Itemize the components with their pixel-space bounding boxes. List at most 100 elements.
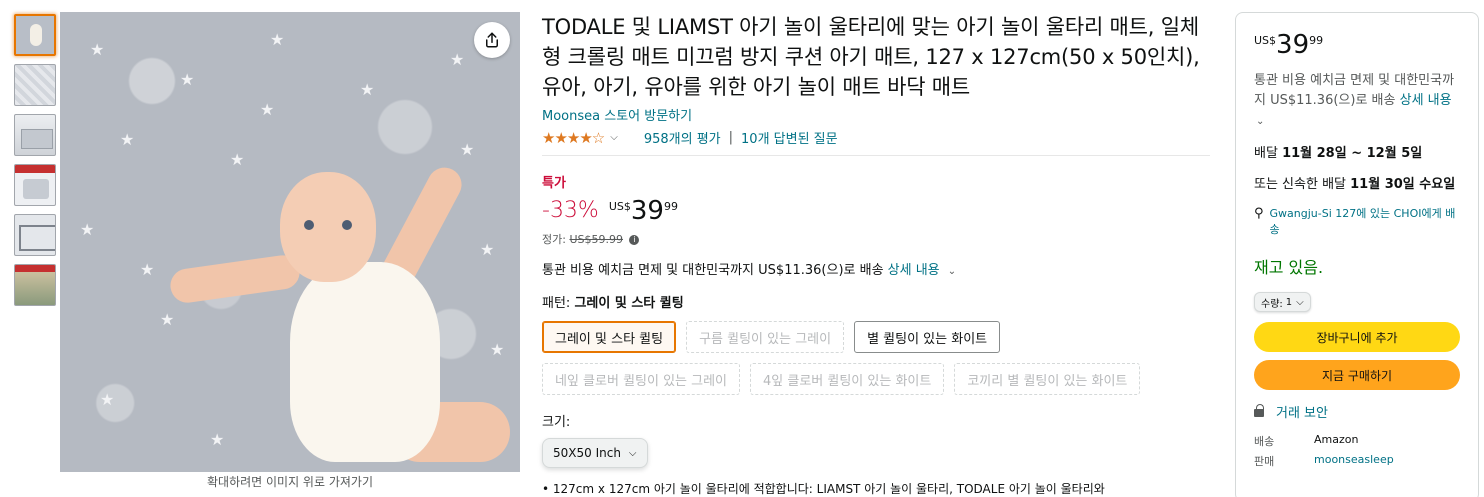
lock-icon (1254, 403, 1264, 417)
list-price: US$59.99 (569, 233, 623, 246)
ratings-count-link[interactable]: 958개의 평가 (644, 128, 721, 147)
feature-bullet: • 127cm x 127cm 아기 놀이 울타리에 적합합니다: LIAMST… (542, 482, 1105, 496)
main-product-image[interactable]: ★★★★★★★★★★★★★★★★★★ (60, 12, 520, 472)
pattern-option[interactable]: 네잎 클로버 퀼팅이 있는 그레이 (542, 363, 741, 395)
shipping-text: 통관 비용 예치금 면제 및 대한민국까지 US$11.36(으)로 배송 (542, 263, 884, 278)
delivery-prefix: 배달 (1254, 146, 1278, 161)
size-dropdown[interactable]: 50X50 Inch ⌵ (542, 438, 648, 468)
price-fraction: 99 (1309, 34, 1324, 47)
chevron-down-icon: ⌵ (1296, 296, 1304, 308)
divider: | (728, 130, 734, 145)
location-link[interactable]: Gwangju-Si 127에 있는 CHOI에게 배송 (1270, 206, 1460, 238)
ships-from-label: 배송 (1254, 435, 1275, 448)
store-link[interactable]: Moonsea 스토어 방문하기 (542, 109, 692, 124)
add-to-cart-button[interactable]: 장바구니에 추가 (1254, 322, 1460, 352)
mat-star-icon: ★ (160, 310, 175, 329)
baby-arm-left (168, 253, 302, 305)
buy-box: US$ 39 99 통관 비용 예치금 면제 및 대한민국까지 US$11.36… (1235, 12, 1479, 497)
chevron-down-icon: ⌵ (628, 447, 637, 459)
mat-star-icon: ★ (120, 130, 135, 149)
thumbnail-2[interactable] (14, 64, 56, 106)
chevron-down-icon[interactable]: ⌄ (1256, 116, 1264, 127)
stock-status: 재고 있음. (1254, 258, 1324, 277)
pattern-label-row: 패턴: 그레이 및 스타 퀼팅 (542, 292, 1210, 311)
mat-star-icon: ★ (360, 80, 375, 99)
chevron-down-icon[interactable]: ⌵ (610, 132, 618, 143)
baby-eye-left (304, 220, 314, 230)
rating-row: ★★★★☆ ⌵ 958개의 평가 | 10개 답변된 질문 (542, 128, 1210, 156)
secure-transaction-row[interactable]: 거래 보안 (1254, 402, 1460, 421)
thumbnail-6[interactable] (14, 264, 56, 306)
location-pin-icon: ⚲ (1254, 206, 1264, 221)
pattern-option[interactable]: 별 퀼팅이 있는 화이트 (854, 321, 1001, 353)
mat-star-icon: ★ (480, 240, 495, 259)
mat-star-icon: ★ (270, 30, 285, 49)
shipping-details-link[interactable]: 상세 내용 (1400, 93, 1452, 108)
product-title: TODALE 및 LIAMST 아기 놀이 울타리에 맞는 아기 놀이 울타리 … (542, 15, 1200, 99)
fast-prefix: 또는 신속한 배달 (1254, 177, 1346, 192)
buybox-shipping: 통관 비용 예치금 면제 및 대한민국까지 US$11.36(으)로 배송 상세… (1254, 71, 1460, 132)
zoom-hint: 확대하려면 이미지 위로 가져가기 (206, 475, 373, 489)
list-price-row: 정가: US$59.99 i (542, 231, 1210, 247)
delivery-dates: 11월 28일 ~ 12월 5일 (1282, 146, 1423, 161)
list-price-label: 정가: (542, 233, 566, 246)
pattern-option[interactable]: 구름 퀼팅이 있는 그레이 (686, 321, 845, 353)
fast-delivery: 또는 신속한 배달 11월 30일 수요일 (1254, 175, 1460, 194)
buy-now-button[interactable]: 지금 구매하기 (1254, 360, 1460, 390)
seller-info: 배송 Amazon 판매 moonseasleep (1254, 433, 1460, 469)
thumbnail-3[interactable] (14, 114, 56, 156)
product-details: TODALE 및 LIAMST 아기 놀이 울타리에 맞는 아기 놀이 울타리 … (542, 12, 1210, 497)
mat-star-icon: ★ (100, 390, 115, 409)
mat-star-icon: ★ (490, 340, 505, 359)
baby-eye-right (342, 220, 352, 230)
answered-questions-link[interactable]: 10개 답변된 질문 (741, 128, 838, 147)
buybox-price: US$ 39 99 (1254, 31, 1460, 59)
pattern-options: 그레이 및 스타 퀼팅 구름 퀼팅이 있는 그레이 별 퀼팅이 있는 화이트 네… (542, 321, 1212, 405)
quantity-value: 1 (1285, 296, 1293, 308)
mat-star-icon: ★ (90, 40, 105, 59)
pattern-value: 그레이 및 스타 퀼팅 (574, 296, 684, 311)
ships-from-value: Amazon (1314, 433, 1359, 446)
delivery-date: 배달 11월 28일 ~ 12월 5일 (1254, 144, 1460, 163)
sold-by-link[interactable]: moonseasleep (1314, 453, 1460, 469)
thumbnail-5[interactable] (14, 214, 56, 256)
secure-transaction-link[interactable]: 거래 보안 (1276, 402, 1328, 421)
baby-dress (290, 262, 440, 462)
mat-star-icon: ★ (210, 430, 225, 449)
star-rating-icon[interactable]: ★★★★☆ (542, 129, 605, 147)
chevron-down-icon[interactable]: ⌄ (948, 266, 956, 277)
mat-star-icon: ★ (460, 140, 475, 159)
feature-bullet-text: 127cm x 127cm 아기 놀이 울타리에 적합합니다: LIAMST 아… (552, 482, 1105, 496)
mat-star-icon: ★ (230, 150, 245, 169)
share-icon (486, 32, 498, 48)
fast-date: 11월 30일 수요일 (1350, 177, 1456, 192)
pattern-option[interactable]: 그레이 및 스타 퀼팅 (542, 321, 677, 353)
quantity-label: 수량: (1261, 298, 1283, 310)
thumbnail-4[interactable] (14, 164, 56, 206)
share-button[interactable] (474, 22, 510, 58)
quantity-dropdown[interactable]: 수량: 1 ⌵ (1254, 292, 1311, 312)
price-fraction: 99 (663, 200, 678, 213)
sold-by-label: 판매 (1254, 455, 1275, 468)
mat-star-icon: ★ (180, 70, 195, 89)
mat-star-icon: ★ (80, 220, 95, 239)
mat-star-icon: ★ (450, 50, 465, 69)
shipping-info: 통관 비용 예치금 면제 및 대한민국까지 US$11.36(으)로 배송 상세… (542, 259, 1210, 278)
price-whole: 39 (630, 196, 664, 226)
size-value: 50X50 Inch (553, 446, 621, 460)
mat-star-icon: ★ (140, 260, 155, 279)
delivery-location[interactable]: ⚲ Gwangju-Si 127에 있는 CHOI에게 배송 (1254, 206, 1460, 238)
pattern-option[interactable]: 코끼리 별 퀼팅이 있는 화이트 (954, 363, 1141, 395)
size-label: 크기: (542, 415, 571, 430)
info-icon[interactable]: i (629, 235, 640, 245)
pattern-label: 패턴: (542, 296, 571, 311)
thumbnail-1[interactable] (14, 14, 56, 56)
price-currency: US$ (608, 200, 631, 213)
pattern-option[interactable]: 4잎 클로버 퀼팅이 있는 화이트 (750, 363, 945, 395)
price-currency: US$ (1254, 34, 1277, 47)
price-row: -33% US$ 39 99 (542, 197, 1210, 225)
deal-badge: 특가 (542, 176, 566, 191)
thumbnail-strip (14, 14, 58, 314)
shipping-details-link[interactable]: 상세 내용 (888, 263, 940, 278)
baby-head (280, 172, 376, 282)
